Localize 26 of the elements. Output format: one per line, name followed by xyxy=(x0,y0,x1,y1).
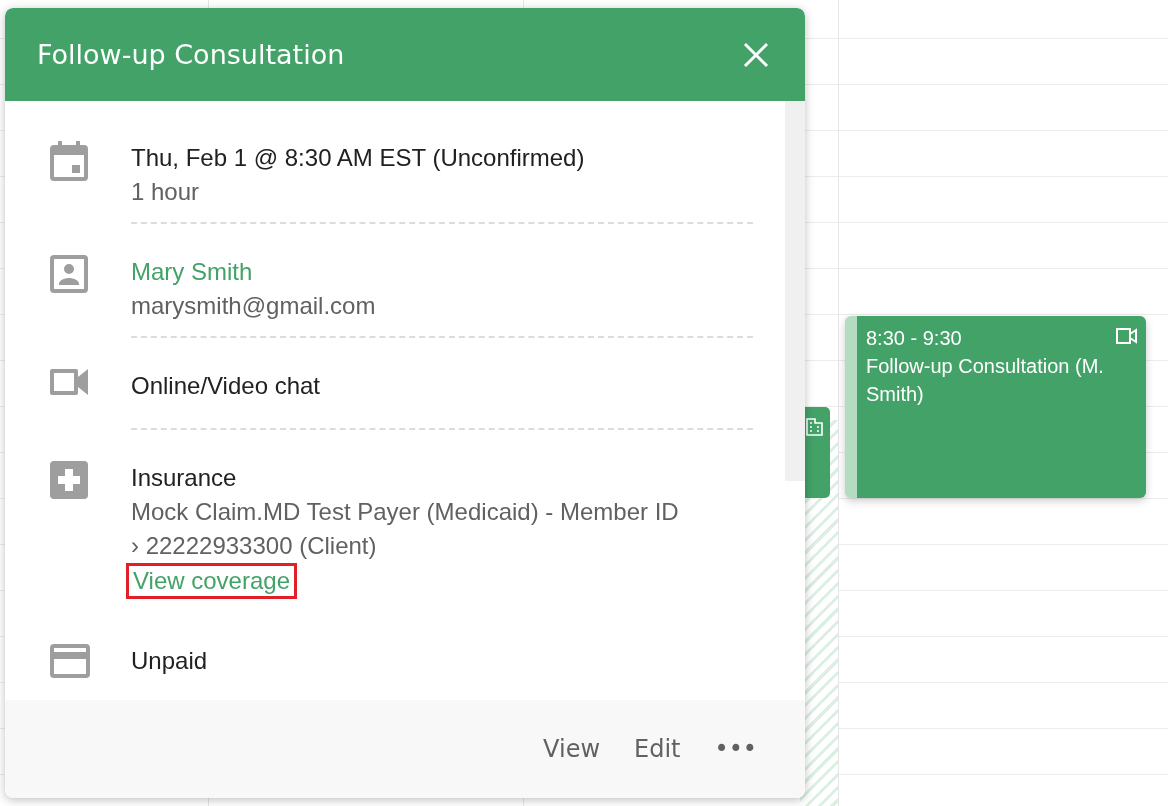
calendar-icon xyxy=(50,141,88,181)
action-button[interactable]: Edit xyxy=(624,729,691,769)
insurance-details: Mock Claim.MD Test Payer (Medicaid) - Member ID › 22222933300 (Client) xyxy=(131,497,680,561)
building-icon xyxy=(806,418,823,436)
action-button[interactable]: View xyxy=(533,729,611,769)
scrollbar[interactable] xyxy=(785,101,805,481)
payment-status: Unpaid xyxy=(131,646,209,676)
close-button[interactable] xyxy=(743,41,769,68)
credit-card-icon xyxy=(50,644,90,678)
client-name-link[interactable]: Mary Smith xyxy=(131,255,691,289)
more-button[interactable]: ••• xyxy=(704,729,767,769)
calendar-event-card[interactable]: 8:30 - 9:30 Follow-up Consultation (M. Smith) xyxy=(845,316,1146,498)
event-time: 8:30 - 9:30 xyxy=(866,326,962,351)
popup-title: Follow-up Consultation xyxy=(37,39,345,70)
duration-text: 1 hour xyxy=(131,177,201,207)
contact-icon xyxy=(50,255,88,293)
location-type: Online/Video chat xyxy=(131,371,322,401)
client-email: marysmith@gmail.com xyxy=(131,291,377,321)
appointment-time: Thu, Feb 1 @ 8:30 AM EST (Unconfirmed) xyxy=(131,143,586,173)
section-title: Insurance xyxy=(131,463,238,493)
view-coverage-link[interactable]: View coverage xyxy=(126,563,297,599)
close-icon xyxy=(743,41,769,68)
event-title: Follow-up Consultation (M. Smith) xyxy=(866,354,1105,407)
medical-cross-icon xyxy=(50,461,88,499)
video-camera-icon xyxy=(50,369,88,395)
video-camera-icon xyxy=(1116,328,1138,344)
